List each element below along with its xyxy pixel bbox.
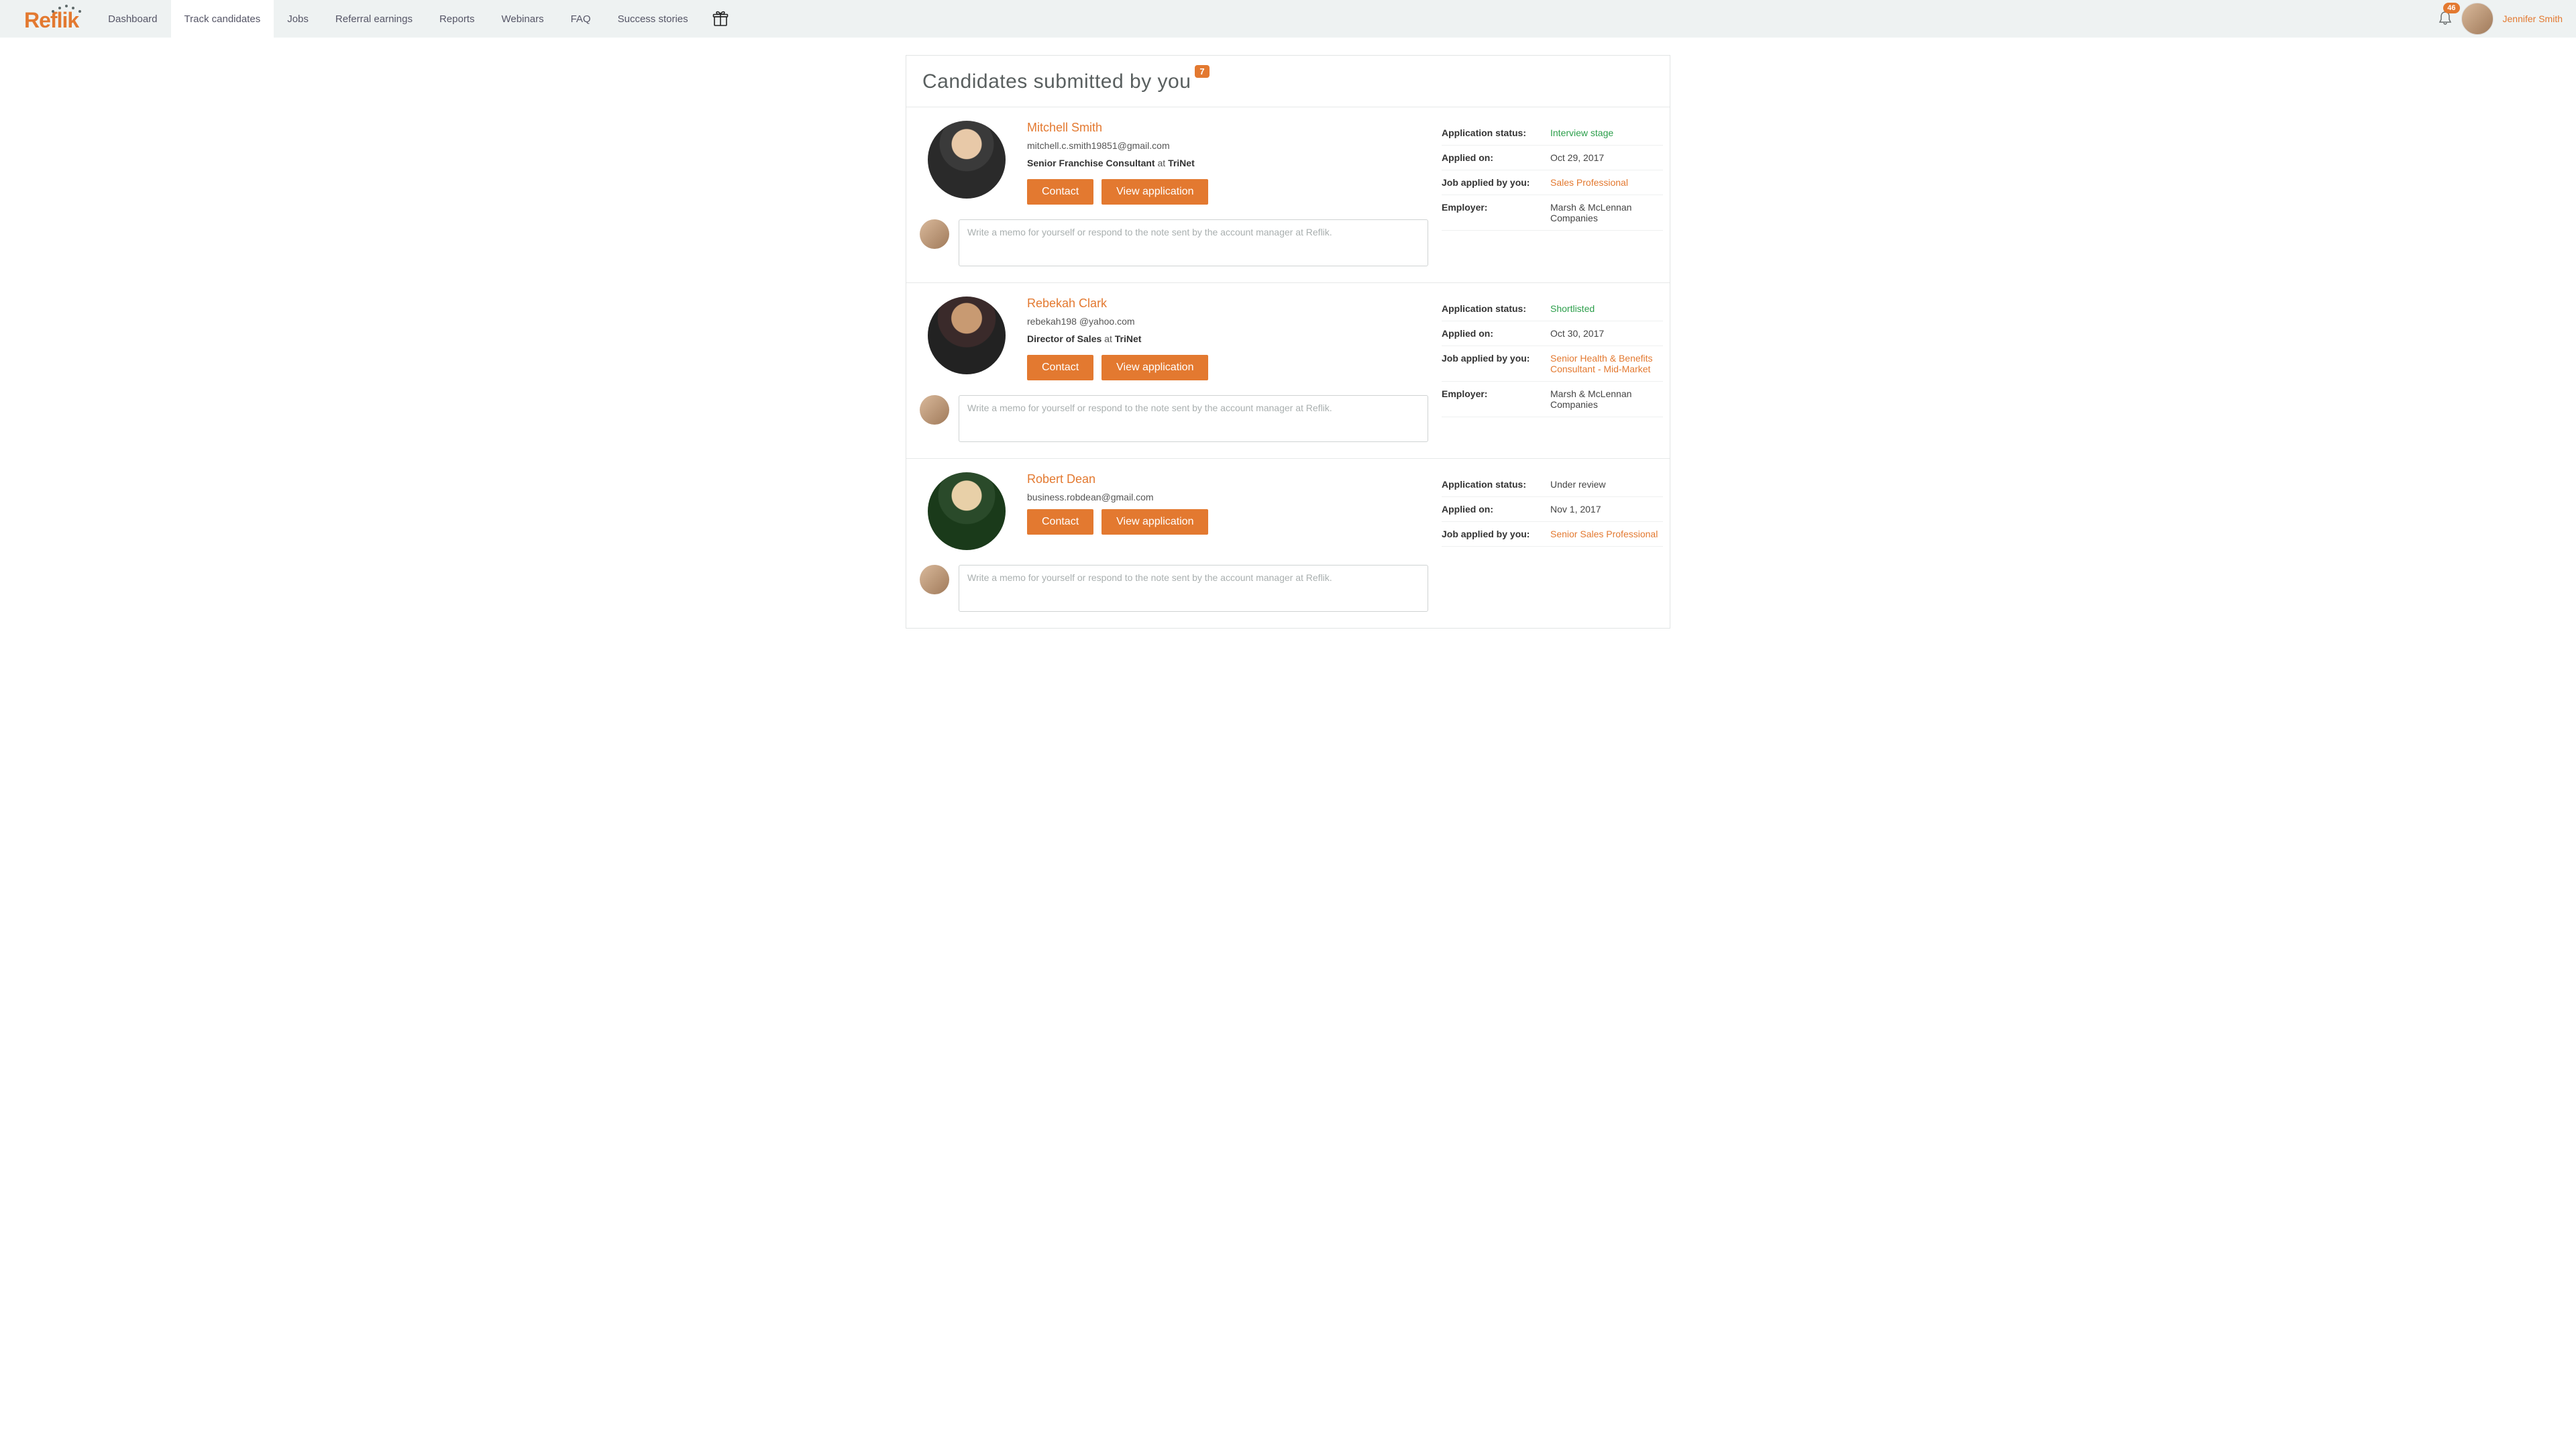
memo-input[interactable] <box>959 565 1428 612</box>
contact-button[interactable]: Contact <box>1027 355 1093 380</box>
candidate-count-badge: 7 <box>1195 65 1209 78</box>
candidate-name[interactable]: Robert Dean <box>1027 472 1428 486</box>
nav-faq[interactable]: FAQ <box>557 0 604 38</box>
job-applied-link[interactable]: Senior Health & Benefits Consultant - Mi… <box>1550 353 1663 374</box>
top-nav: Reflik Dashboard Track candidates Jobs R… <box>0 0 2576 38</box>
user-name-link[interactable]: Jennifer Smith <box>2503 13 2563 24</box>
memo-user-avatar <box>920 565 949 594</box>
candidate-email: rebekah198 @yahoo.com <box>1027 316 1428 327</box>
notifications-button[interactable]: 46 <box>2438 11 2452 28</box>
nav-webinars[interactable]: Webinars <box>488 0 557 38</box>
applied-on-value: Oct 29, 2017 <box>1550 152 1663 163</box>
candidate-role: Senior Franchise Consultant at TriNet <box>1027 158 1428 168</box>
view-application-button[interactable]: View application <box>1102 355 1208 380</box>
job-applied-label: Job applied by you: <box>1442 177 1542 188</box>
view-application-button[interactable]: View application <box>1102 179 1208 205</box>
candidate-info: Application status: Shortlisted Applied … <box>1442 297 1663 442</box>
status-value: Shortlisted <box>1550 303 1663 314</box>
candidate-info: Application status: Under review Applied… <box>1442 472 1663 612</box>
contact-button[interactable]: Contact <box>1027 509 1093 535</box>
contact-button[interactable]: Contact <box>1027 179 1093 205</box>
candidate-photo[interactable] <box>928 297 1006 374</box>
status-label: Application status: <box>1442 479 1542 490</box>
candidate-photo[interactable] <box>928 121 1006 199</box>
job-applied-link[interactable]: Senior Sales Professional <box>1550 529 1663 539</box>
user-avatar[interactable] <box>2461 3 2493 35</box>
candidate-card: Robert Dean business.robdean@gmail.com C… <box>906 459 1670 628</box>
memo-row <box>920 565 1428 612</box>
candidate-role: Director of Sales at TriNet <box>1027 333 1428 344</box>
notification-count-badge: 46 <box>2443 3 2459 13</box>
applied-on-label: Applied on: <box>1442 504 1542 515</box>
candidate-card: Mitchell Smith mitchell.c.smith19851@gma… <box>906 107 1670 283</box>
user-area: 46 Jennifer Smith <box>2438 3 2563 35</box>
nav-dashboard[interactable]: Dashboard <box>95 0 170 38</box>
applied-on-label: Applied on: <box>1442 152 1542 163</box>
view-application-button[interactable]: View application <box>1102 509 1208 535</box>
nav-track-candidates[interactable]: Track candidates <box>171 0 274 38</box>
candidate-info: Application status: Interview stage Appl… <box>1442 121 1663 266</box>
candidates-panel: Candidates submitted by you 7 Mitchell S… <box>906 55 1670 629</box>
job-applied-label: Job applied by you: <box>1442 353 1542 374</box>
applied-on-value: Oct 30, 2017 <box>1550 328 1663 339</box>
page-title: Candidates submitted by you <box>922 70 1191 93</box>
status-value: Interview stage <box>1550 127 1663 138</box>
employer-label: Employer: <box>1442 202 1542 223</box>
nav-success-stories[interactable]: Success stories <box>604 0 702 38</box>
page-header: Candidates submitted by you 7 <box>906 56 1670 107</box>
candidate-name[interactable]: Mitchell Smith <box>1027 121 1428 135</box>
memo-user-avatar <box>920 219 949 249</box>
memo-input[interactable] <box>959 395 1428 442</box>
candidate-photo[interactable] <box>928 472 1006 550</box>
employer-value: Marsh & McLennan Companies <box>1550 388 1663 410</box>
status-label: Application status: <box>1442 127 1542 138</box>
gift-icon[interactable] <box>712 10 729 28</box>
nav-referral-earnings[interactable]: Referral earnings <box>322 0 426 38</box>
nav-jobs[interactable]: Jobs <box>274 0 322 38</box>
memo-row <box>920 395 1428 442</box>
applied-on-value: Nov 1, 2017 <box>1550 504 1663 515</box>
brand-dots-icon <box>48 5 81 14</box>
candidate-name[interactable]: Rebekah Clark <box>1027 297 1428 311</box>
brand-logo[interactable]: Reflik <box>24 5 81 33</box>
status-value: Under review <box>1550 479 1663 490</box>
employer-label: Employer: <box>1442 388 1542 410</box>
candidate-email: mitchell.c.smith19851@gmail.com <box>1027 140 1428 151</box>
memo-row <box>920 219 1428 266</box>
candidate-card: Rebekah Clark rebekah198 @yahoo.com Dire… <box>906 283 1670 459</box>
job-applied-link[interactable]: Sales Professional <box>1550 177 1663 188</box>
memo-input[interactable] <box>959 219 1428 266</box>
applied-on-label: Applied on: <box>1442 328 1542 339</box>
nav-reports[interactable]: Reports <box>426 0 488 38</box>
job-applied-label: Job applied by you: <box>1442 529 1542 539</box>
memo-user-avatar <box>920 395 949 425</box>
employer-value: Marsh & McLennan Companies <box>1550 202 1663 223</box>
candidate-email: business.robdean@gmail.com <box>1027 492 1428 502</box>
status-label: Application status: <box>1442 303 1542 314</box>
primary-nav: Dashboard Track candidates Jobs Referral… <box>95 0 702 38</box>
